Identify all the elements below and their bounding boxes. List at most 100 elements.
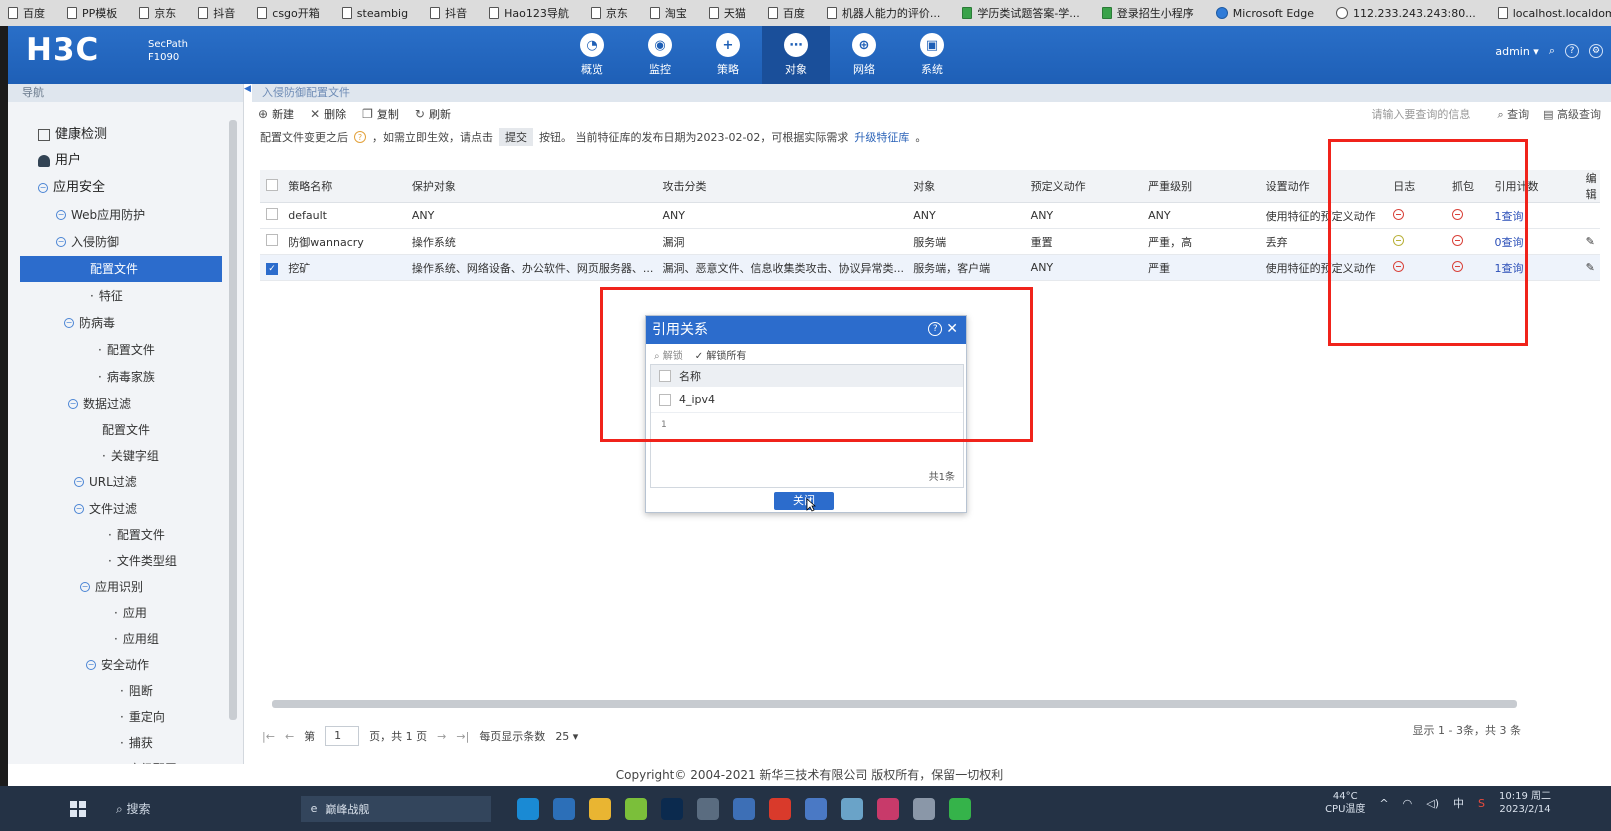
submit-button[interactable]: 提交 <box>499 128 533 146</box>
nav-tab-3[interactable]: ⋯ 对象 <box>762 26 830 84</box>
sidebar-item[interactable]: · 重定向 <box>8 704 210 730</box>
sidebar-item[interactable]: 配置文件 <box>8 417 210 443</box>
per-page-select[interactable]: 25 ▾ <box>555 730 578 743</box>
nav-tab-4[interactable]: ⊕ 网络 <box>830 26 898 84</box>
column-header[interactable]: 编辑 <box>1579 170 1600 203</box>
sidebar-item[interactable]: · 阻断 <box>8 678 210 704</box>
bookmark-item[interactable]: localhost.localdoma... <box>1497 7 1611 20</box>
reference-query-link[interactable]: 1查询 <box>1495 210 1524 223</box>
sidebar-collapse-icon[interactable]: ◀ <box>244 84 252 98</box>
help-icon[interactable]: ? <box>928 322 943 336</box>
row-checkbox[interactable] <box>659 393 671 406</box>
app-icon[interactable] <box>624 797 647 820</box>
bookmark-item[interactable]: Microsoft Edge <box>1215 7 1314 20</box>
column-header[interactable]: 引用计数 <box>1488 170 1580 203</box>
first-page-icon[interactable]: |← <box>262 730 275 743</box>
column-header[interactable]: 策略名称 <box>282 170 406 203</box>
app-icon[interactable] <box>732 797 755 820</box>
wifi-icon[interactable]: ◠ <box>1403 797 1413 810</box>
table-row[interactable]: 防御wannacry 操作系统 漏洞 服务端 重置 严重，高 丢弃 0查询 ✎ <box>260 228 1600 255</box>
nav-tab-2[interactable]: + 策略 <box>694 26 762 84</box>
horizontal-scrollbar[interactable] <box>272 700 1517 708</box>
query-button[interactable]: ⌕ 查询 <box>1497 106 1529 122</box>
close-button[interactable]: 关闭 <box>774 492 834 510</box>
sidebar-item[interactable]: · 特征 <box>8 283 210 309</box>
select-all-checkbox[interactable] <box>659 370 671 382</box>
sidebar-item[interactable]: − 应用识别 <box>8 574 210 600</box>
unlock-all-button[interactable]: ✓ 解锁所有 <box>695 347 747 362</box>
bookmark-item[interactable]: 百度 <box>767 5 805 21</box>
ime-indicator[interactable]: 中 <box>1453 795 1464 811</box>
app-icon[interactable] <box>696 797 719 820</box>
sidebar-item[interactable]: 配置文件 <box>20 256 222 282</box>
clock[interactable]: 10:19 周二 2023/2/14 <box>1499 790 1551 816</box>
row-checkbox[interactable] <box>266 208 278 220</box>
column-header[interactable]: 日志 <box>1387 170 1446 203</box>
nav-tab-5[interactable]: ▣ 系统 <box>898 26 966 84</box>
sidebar-item[interactable]: − 应用安全 <box>8 175 210 201</box>
close-icon[interactable]: ✕ <box>946 322 958 336</box>
prev-page-icon[interactable]: ← <box>285 730 294 743</box>
disabled-status-icon[interactable] <box>1451 234 1463 246</box>
bookmark-item[interactable]: 学历类试题答案-学... <box>962 5 1080 21</box>
sidebar-item[interactable]: − URL过滤 <box>8 469 210 495</box>
page-input[interactable]: 1 <box>325 726 360 746</box>
upgrade-signature-link[interactable]: 升级特征库 <box>854 129 909 145</box>
photoshop-icon[interactable] <box>660 797 683 820</box>
delete-button[interactable]: ✕ 删除 <box>310 106 346 122</box>
sidebar-item[interactable]: 健康检测 <box>8 122 210 148</box>
bookmark-item[interactable]: 天猫 <box>708 5 746 21</box>
sidebar-item[interactable]: · 捕获 <box>8 730 210 756</box>
table-row[interactable]: default ANY ANY ANY ANY ANY 使用特征的预定义动作 1查询 <box>260 202 1600 229</box>
nav-tab-1[interactable]: ◉ 监控 <box>626 26 694 84</box>
taskbar-search[interactable]: ⌕ 搜索 <box>116 800 151 817</box>
sidebar-item[interactable]: − 防病毒 <box>8 310 210 336</box>
app-icon[interactable] <box>840 797 863 820</box>
disabled-status-icon[interactable] <box>1451 208 1463 220</box>
chrome-app-icon[interactable] <box>588 797 611 820</box>
bookmark-item[interactable]: PP模板 <box>67 5 117 21</box>
unlock-button[interactable]: ⌕ 解锁 <box>654 347 683 362</box>
windows-start-icon[interactable] <box>70 800 86 817</box>
wps-icon[interactable] <box>768 797 791 820</box>
sidebar-item[interactable]: · 文件类型组 <box>8 548 210 574</box>
bookmark-item[interactable]: steambig <box>341 7 408 20</box>
new-button[interactable]: ⊕ 新建 <box>258 106 294 122</box>
edit-icon[interactable]: ✎ <box>1586 235 1595 248</box>
sidebar-item[interactable]: − 入侵防御 <box>8 229 210 255</box>
edge-app-icon[interactable] <box>516 797 539 820</box>
refresh-button[interactable]: ↻ 刷新 <box>415 106 451 122</box>
bookmark-item[interactable]: 百度 <box>8 5 45 21</box>
sidebar-item[interactable]: − Web应用防护 <box>8 202 210 228</box>
sidebar-scrollbar[interactable] <box>229 120 237 720</box>
sidebar-item[interactable]: · 病毒家族 <box>8 364 210 390</box>
sidebar-item[interactable]: 用户 <box>8 148 210 174</box>
wechat-icon[interactable] <box>948 797 971 820</box>
sidebar-item[interactable]: · 配置文件 <box>8 522 210 548</box>
row-checkbox[interactable] <box>266 234 278 246</box>
column-header[interactable]: 攻击分类 <box>656 170 908 203</box>
bookmark-item[interactable]: 京东 <box>139 5 176 21</box>
disabled-status-icon[interactable] <box>1393 260 1405 272</box>
edit-icon[interactable]: ✎ <box>1586 261 1595 274</box>
bookmark-item[interactable]: 京东 <box>590 5 628 21</box>
table-row[interactable]: ✓ 挖矿 操作系统、网络设备、办公软件、网页服务器、... 漏洞、恶意文件、信息收集类… <box>260 254 1600 281</box>
search-input[interactable]: 请输入要查询的信息 <box>1371 106 1483 122</box>
volume-icon[interactable]: ◁) <box>1426 797 1439 810</box>
enabled-status-icon[interactable] <box>1393 234 1405 246</box>
mail-app-icon[interactable] <box>552 797 575 820</box>
bookmark-item[interactable]: 机器人能力的评价... <box>826 5 940 21</box>
sidebar-item[interactable]: · 关键字组 <box>8 443 210 469</box>
sidebar-item[interactable]: · 应用组 <box>8 626 210 652</box>
column-header[interactable]: 保护对象 <box>405 170 657 203</box>
bookmark-item[interactable]: 登录招生小程序 <box>1101 5 1194 21</box>
column-header[interactable]: 抓包 <box>1445 170 1489 203</box>
help-icon[interactable]: ? <box>1565 44 1579 58</box>
user-menu[interactable]: admin ▾ <box>1495 45 1538 58</box>
taskbar-app-edge[interactable]: e 巅峰战舰 <box>300 795 491 822</box>
bookmark-item[interactable]: Hao123导航 <box>489 5 569 21</box>
column-header[interactable]: 对象 <box>907 170 1025 203</box>
disabled-status-icon[interactable] <box>1393 208 1405 220</box>
settings-icon[interactable]: ⚙ <box>1589 44 1603 58</box>
disabled-status-icon[interactable] <box>1451 260 1463 272</box>
